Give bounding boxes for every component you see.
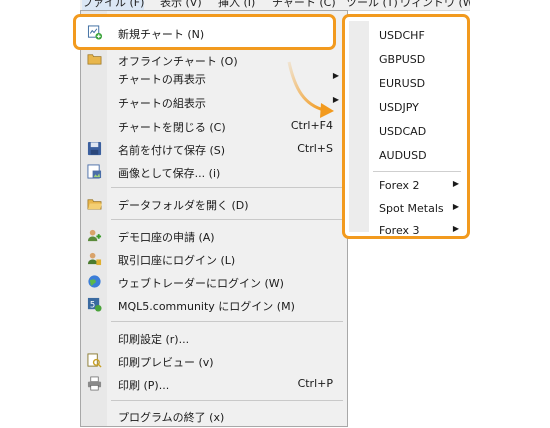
symbol-submenu: USDCHF GBPUSD EURUSD USDJPY USDCAD AUDUS… — [342, 14, 470, 239]
submenu-item-forex2[interactable]: Forex 2 ▶ — [345, 175, 467, 197]
submenu-separator — [373, 171, 461, 172]
submenu-item-usdjpy[interactable]: USDJPY — [345, 97, 467, 119]
submenu-item-forex3[interactable]: Forex 3 ▶ — [345, 220, 467, 236]
submenu-arrow-icon: ▶ — [452, 202, 459, 211]
submenu-item-spot-metals[interactable]: Spot Metals ▶ — [345, 198, 467, 220]
submenu-item-eurusd[interactable]: EURUSD — [345, 73, 467, 95]
submenu-arrow-icon: ▶ — [452, 179, 459, 188]
submenu-item-usdchf[interactable]: USDCHF — [345, 25, 467, 47]
submenu-arrow-icon: ▶ — [452, 224, 459, 233]
submenu-item-usdcad[interactable]: USDCAD — [345, 121, 467, 143]
submenu-item-gbpusd[interactable]: GBPUSD — [345, 49, 467, 71]
submenu-item-audusd[interactable]: AUDUSD — [345, 145, 467, 167]
